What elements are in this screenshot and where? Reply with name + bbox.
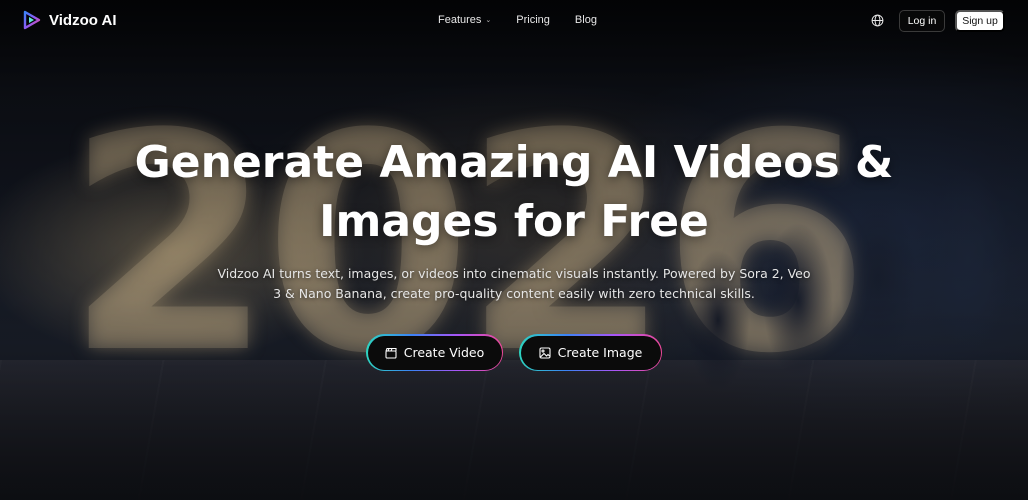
nav-features-label: Features [438,14,482,26]
top-navbar: Vidzoo AI Features ⌄ Pricing Blog Log in… [0,0,1028,42]
brand-name: Vidzoo AI [49,11,117,29]
create-image-label: Create Image [557,345,643,360]
hero-subtitle: Vidzoo AI turns text, images, or videos … [217,266,811,301]
signup-button[interactable]: Sign up [955,10,1005,32]
globe-icon[interactable] [871,14,884,27]
nav-blog[interactable]: Blog [575,14,597,26]
brand-link[interactable]: Vidzoo AI [23,10,117,30]
play-logo-icon [23,10,41,30]
image-icon [539,346,551,359]
create-image-button[interactable]: Create Image [519,334,662,371]
clapperboard-icon [385,347,397,359]
chevron-down-icon: ⌄ [485,17,492,24]
nav-links: Features ⌄ Pricing Blog [438,14,597,26]
hero-title: Generate Amazing AI Videos & Images for … [134,137,894,247]
nav-features[interactable]: Features ⌄ [438,14,491,26]
create-image-button-inner: Create Image [520,335,661,370]
create-video-button-inner: Create Video [367,335,502,370]
nav-pricing[interactable]: Pricing [516,14,550,26]
login-button[interactable]: Log in [899,10,945,32]
create-video-button[interactable]: Create Video [366,334,503,371]
create-video-label: Create Video [403,345,485,360]
